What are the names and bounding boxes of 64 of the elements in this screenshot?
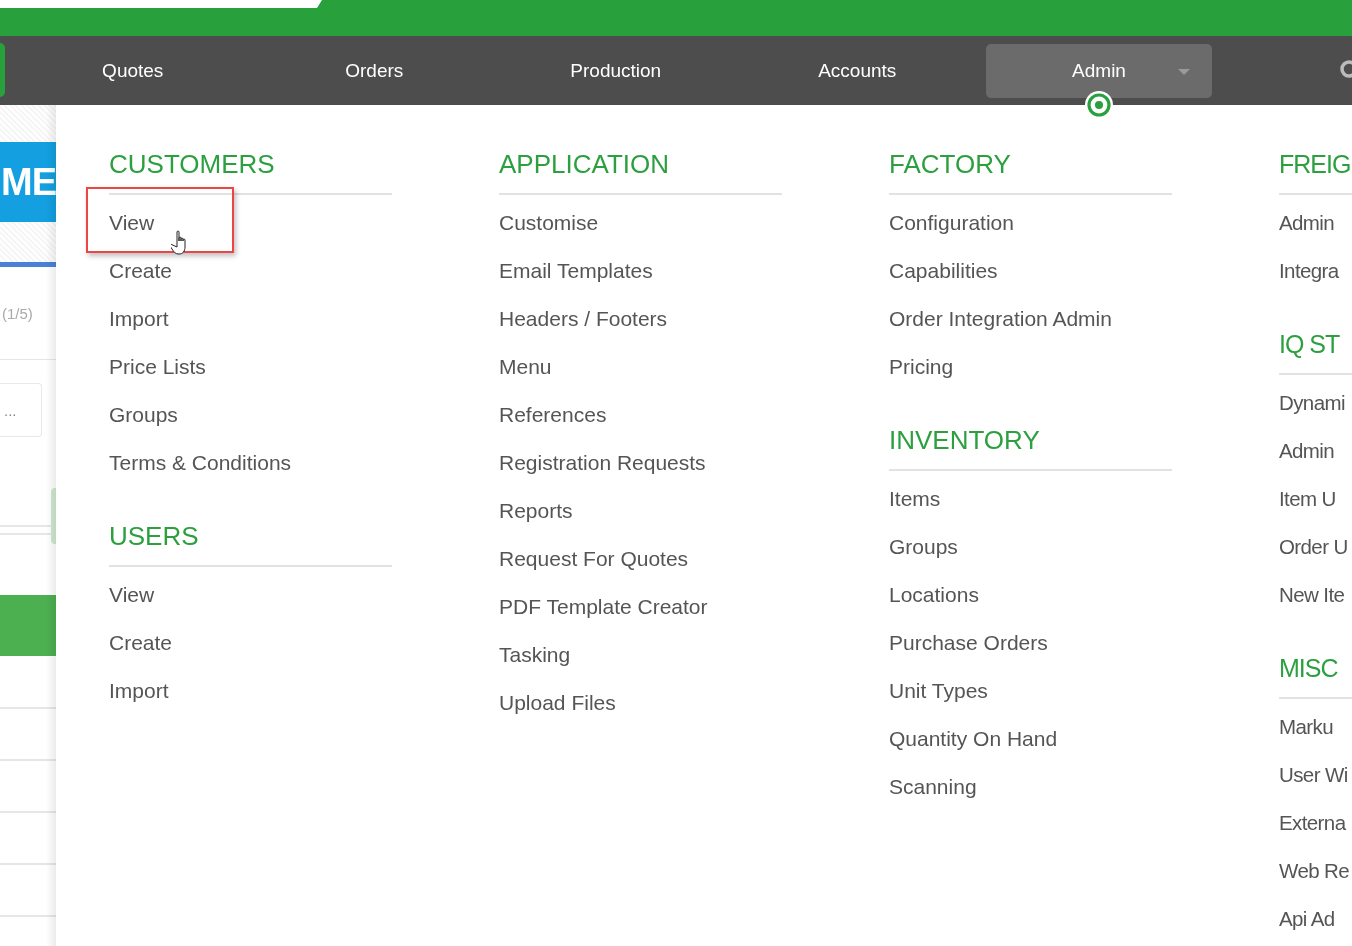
menu-item[interactable]: Import (109, 679, 169, 703)
menu-item[interactable]: Import (109, 307, 169, 331)
menu-item[interactable]: Unit Types (889, 679, 988, 703)
menu-item[interactable]: View (109, 211, 155, 235)
menu-item[interactable]: Locations (889, 583, 979, 607)
banner-text: ME (1, 160, 56, 204)
nav-link[interactable]: Orders (253, 59, 495, 82)
menu-item[interactable]: Pricing (889, 355, 954, 379)
menu-item[interactable]: Order Integration Admin (889, 307, 1112, 331)
menu-item[interactable]: Create (109, 259, 173, 283)
menu-item[interactable]: Purchase Orders (889, 631, 1048, 655)
menu-item[interactable]: Registration Requests (499, 451, 706, 475)
menu-item[interactable]: Terms & Conditions (109, 451, 292, 475)
menu-item[interactable]: Item U (1279, 487, 1336, 511)
menu-item[interactable]: Capabilities (889, 259, 998, 283)
section-heading: USERS (109, 520, 199, 553)
menu-item[interactable]: User Wi (1279, 763, 1348, 787)
section-heading: FREIG (1279, 149, 1351, 180)
menu-item[interactable]: Integra (1279, 259, 1339, 283)
menu-item[interactable]: Headers / Footers (499, 307, 668, 331)
menu-item[interactable]: Admin (1279, 211, 1335, 235)
menu-item[interactable]: Items (889, 487, 941, 511)
selected-row (0, 595, 56, 656)
menu-item[interactable]: PDF Template Creator (499, 595, 708, 619)
menu-item[interactable]: Api Ad (1279, 907, 1335, 931)
menu-item[interactable]: Dynami (1279, 391, 1345, 415)
menu-item[interactable]: Quantity On Hand (889, 727, 1058, 751)
menu-item[interactable]: Web Re (1279, 859, 1350, 883)
menu-item[interactable]: Admin (1279, 439, 1335, 463)
menu-item[interactable]: References (499, 403, 607, 427)
menu-item[interactable]: New Ite (1279, 583, 1345, 607)
menu-item[interactable]: Request For Quotes (499, 547, 689, 571)
menu-item[interactable]: Menu (499, 355, 552, 379)
pager-text: (1/5) (2, 304, 33, 322)
more-button[interactable]: ... (0, 383, 42, 437)
menu-item[interactable]: Scanning (889, 775, 977, 799)
pattern-strip (0, 105, 56, 142)
menu-item[interactable]: Customise (499, 211, 599, 235)
admin-dropdown[interactable]: Admin (986, 43, 1212, 98)
menu-item[interactable]: Marku (1279, 715, 1333, 739)
section-heading: MISC (1279, 653, 1338, 684)
section-heading: INVENTORY (889, 424, 1040, 457)
pattern-strip (0, 222, 56, 262)
menu-item[interactable]: Groups (109, 403, 178, 427)
nav-link[interactable]: Accounts (736, 59, 978, 82)
menu-item[interactable]: Email Templates (499, 259, 653, 283)
menu-item[interactable]: Groups (889, 535, 958, 559)
menu-item[interactable]: Externa (1279, 811, 1346, 835)
menu-item[interactable]: Reports (499, 499, 573, 523)
menu-item[interactable]: Create (109, 631, 173, 655)
caret-icon (1178, 68, 1190, 75)
section-heading: CUSTOMERS (109, 148, 275, 181)
section-heading: IQ ST (1279, 329, 1340, 360)
nav-link[interactable]: Quotes (12, 59, 254, 82)
menu-item[interactable]: Price Lists (109, 355, 206, 379)
nav-link[interactable]: Production (495, 59, 737, 82)
menu-item[interactable]: Configuration (889, 211, 1014, 235)
section-heading: FACTORY (889, 148, 1011, 181)
menu-item[interactable]: Upload Files (499, 691, 616, 715)
menu-item[interactable]: Order U (1279, 535, 1348, 559)
button-edge (51, 488, 56, 544)
section-heading: APPLICATION (499, 148, 669, 181)
menu-item[interactable]: Tasking (499, 643, 571, 667)
menu-item[interactable]: View (109, 583, 155, 607)
